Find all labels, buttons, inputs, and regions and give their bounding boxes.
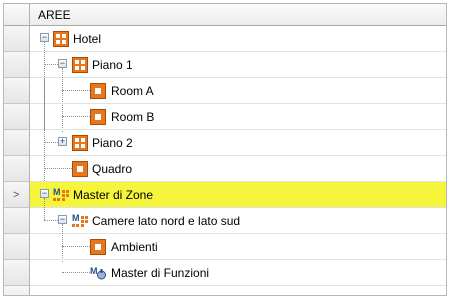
tree-connector xyxy=(44,198,45,220)
svg-text:M: M xyxy=(53,187,61,197)
tree-connector xyxy=(44,168,72,169)
room-icon xyxy=(90,109,106,125)
tree-row-master-di-funzioni[interactable]: M Master di Funzioni xyxy=(4,260,446,286)
column-header-aree[interactable]: AREE xyxy=(38,8,71,22)
collapse-icon[interactable]: − xyxy=(58,59,67,68)
tree-row-room-b[interactable]: Room B xyxy=(4,104,446,130)
collapse-icon[interactable]: − xyxy=(40,189,49,198)
tree-row-ambienti[interactable]: Ambienti xyxy=(4,234,446,260)
tree-item-label[interactable]: Master di Funzioni xyxy=(111,266,209,280)
tree-cell[interactable]: − M Camere lato nord e lato sud xyxy=(30,198,446,262)
row-selector[interactable] xyxy=(4,156,30,182)
row-selector[interactable] xyxy=(4,286,30,295)
tree-connector xyxy=(62,90,90,91)
tree-row-master-di-zone[interactable]: > − M Master di Zone xyxy=(4,182,446,208)
tree-connector xyxy=(44,220,58,221)
arrow-right-icon: > xyxy=(13,189,20,201)
tree-row-hotel[interactable]: − Hotel xyxy=(4,26,446,199)
tree-item-label[interactable]: Piano 2 xyxy=(92,136,133,150)
tree-item-label[interactable]: Room B xyxy=(111,110,154,124)
tree-row-quadro[interactable]: Quadro xyxy=(4,156,446,182)
zone-master-icon: M xyxy=(72,213,88,227)
tree-cell[interactable]: − Piano 1 xyxy=(30,52,446,132)
row-selector[interactable] xyxy=(4,234,30,260)
tree-row-piano-1[interactable]: − Piano 1 xyxy=(4,52,446,132)
grid-header: AREE xyxy=(4,4,446,26)
tree-cell[interactable]: Room A xyxy=(30,78,446,104)
collapse-icon[interactable]: − xyxy=(58,215,67,224)
tree-row-empty xyxy=(4,286,446,295)
tree-connector xyxy=(62,246,90,247)
tree-item-label[interactable]: Piano 1 xyxy=(92,58,133,72)
row-selector-current[interactable]: > xyxy=(4,182,30,208)
row-selector[interactable] xyxy=(4,208,30,234)
room-icon xyxy=(90,83,106,99)
tree-connector xyxy=(62,116,90,117)
tree-item-label[interactable]: Quadro xyxy=(92,162,132,176)
tree-connector xyxy=(44,104,45,130)
tree-cell[interactable]: M Master di Funzioni xyxy=(30,260,446,286)
tree-cell[interactable]: Quadro xyxy=(30,156,446,182)
room-icon xyxy=(90,239,106,255)
row-selector[interactable] xyxy=(4,52,30,78)
row-selector[interactable] xyxy=(4,104,30,130)
header-selector-cell xyxy=(4,4,30,25)
tree-cell[interactable]: − M Master di Zone xyxy=(30,182,446,208)
tree-row-piano-2[interactable]: + Piano 2 xyxy=(4,130,446,156)
row-selector[interactable] xyxy=(4,26,30,52)
svg-text:M: M xyxy=(72,213,80,223)
tree-item-label[interactable]: Hotel xyxy=(73,32,101,46)
room-icon xyxy=(72,161,88,177)
tree-connector xyxy=(44,142,58,143)
tree-connector xyxy=(44,78,45,104)
collapse-icon[interactable]: − xyxy=(40,33,49,42)
tree-item-label[interactable]: Room A xyxy=(111,84,154,98)
zone-master-icon: M xyxy=(53,187,69,201)
grid-icon xyxy=(53,31,69,47)
tree-cell[interactable]: Ambienti xyxy=(30,234,446,260)
svg-text:M: M xyxy=(90,266,98,276)
function-master-icon: M xyxy=(90,266,106,280)
grid-icon xyxy=(72,57,88,73)
row-selector[interactable] xyxy=(4,78,30,104)
tree-row-camere[interactable]: − M Camere lato nord e lato sud xyxy=(4,198,446,262)
tree-row-room-a[interactable]: Room A xyxy=(4,78,446,104)
tree-cell[interactable]: − Hotel xyxy=(30,26,446,199)
area-tree-grid: AREE − Hotel − Piano 1 Room A Room B + P… xyxy=(3,3,447,296)
tree-connector xyxy=(62,272,90,273)
tree-cell[interactable]: + Piano 2 xyxy=(30,130,446,156)
tree-cell[interactable]: Room B xyxy=(30,104,446,130)
row-selector[interactable] xyxy=(4,260,30,286)
tree-connector xyxy=(44,64,58,65)
expand-icon[interactable]: + xyxy=(58,137,67,146)
tree-item-label[interactable]: Master di Zone xyxy=(73,188,153,202)
grid-icon xyxy=(72,135,88,151)
row-selector[interactable] xyxy=(4,130,30,156)
tree-item-label[interactable]: Ambienti xyxy=(111,240,158,254)
tree-item-label[interactable]: Camere lato nord e lato sud xyxy=(92,214,240,228)
